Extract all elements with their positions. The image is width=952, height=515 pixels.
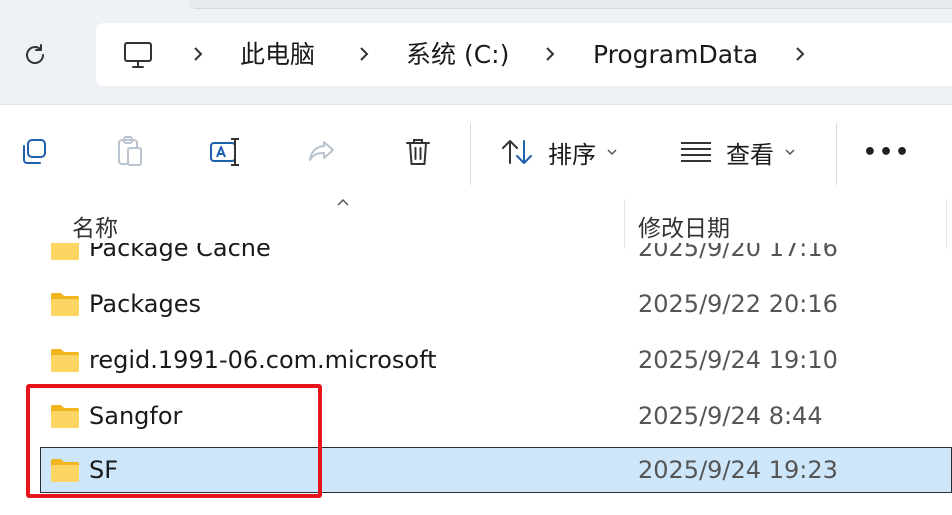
column-header-name[interactable]: 名称: [72, 209, 118, 243]
refresh-button[interactable]: [16, 36, 54, 74]
tab-strip-edge: [190, 0, 952, 9]
share-icon: [309, 141, 334, 161]
file-date: 2025/9/24 19:10: [638, 346, 838, 374]
view-label: 查看: [726, 140, 774, 169]
breadcrumb-system-drive[interactable]: 系统 (C:): [406, 23, 509, 86]
folder-icon: [51, 293, 79, 316]
copy-icon: [23, 139, 46, 164]
file-name: Packages: [89, 290, 201, 318]
command-bar: 排序 查看 •••: [0, 104, 952, 200]
column-divider[interactable]: [624, 199, 625, 249]
sort-ascending-icon: [337, 198, 349, 206]
chevron-right-icon[interactable]: [790, 44, 810, 64]
file-date: 2025/9/22 20:16: [638, 290, 838, 318]
chevron-down-icon: [607, 149, 617, 156]
sort-arrows-icon: [502, 140, 532, 164]
share-button[interactable]: [302, 129, 342, 175]
more-icon: •••: [862, 139, 912, 165]
computer-icon[interactable]: [122, 39, 154, 71]
toolbar-separator: [836, 123, 837, 185]
chevron-right-icon[interactable]: [188, 44, 208, 64]
sort-button[interactable]: 排序: [500, 129, 618, 175]
delete-button[interactable]: [398, 129, 438, 175]
breadcrumb-this-pc[interactable]: 此电脑: [240, 23, 315, 86]
file-date: 2025/9/20 17:16: [638, 243, 838, 262]
column-divider[interactable]: [946, 199, 947, 249]
chevron-right-icon[interactable]: [354, 44, 374, 64]
list-item[interactable]: Package Cache 2025/9/20 17:16: [40, 243, 952, 271]
file-date: 2025/9/24 8:44: [638, 402, 823, 430]
more-options-button[interactable]: •••: [862, 129, 912, 175]
paste-button[interactable]: [108, 129, 152, 175]
toolbar-separator: [470, 123, 471, 185]
address-box[interactable]: 此电脑 系统 (C:) ProgramData: [96, 23, 952, 86]
sort-label: 排序: [548, 140, 596, 169]
chevron-down-icon: [785, 149, 795, 156]
list-item[interactable]: Packages 2025/9/22 20:16: [40, 281, 952, 327]
file-name: regid.1991-06.com.microsoft: [89, 346, 437, 374]
folder-icon: [51, 243, 79, 260]
view-button[interactable]: 查看: [680, 129, 796, 175]
trash-icon: [406, 139, 430, 165]
file-name: Package Cache: [89, 243, 271, 262]
list-item[interactable]: regid.1991-06.com.microsoft 2025/9/24 19…: [40, 337, 952, 383]
list-view-icon: [681, 142, 711, 162]
chevron-right-icon[interactable]: [540, 44, 560, 64]
breadcrumb-programdata[interactable]: ProgramData: [593, 23, 758, 86]
column-header-row: 名称 修改日期: [0, 198, 952, 249]
refresh-icon: [26, 44, 45, 64]
rename-icon: [210, 138, 239, 166]
file-date: 2025/9/24 19:23: [638, 456, 838, 484]
paste-icon: [118, 136, 142, 166]
red-highlight-annotation: [26, 384, 322, 498]
copy-button[interactable]: [14, 129, 54, 175]
column-header-date-modified[interactable]: 修改日期: [638, 209, 730, 243]
folder-icon: [51, 349, 79, 372]
address-bar-region: 此电脑 系统 (C:) ProgramData: [0, 0, 952, 104]
rename-button[interactable]: [204, 129, 248, 175]
